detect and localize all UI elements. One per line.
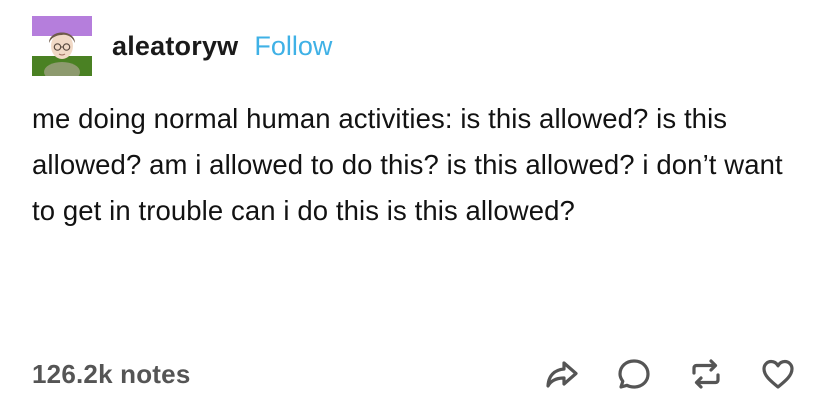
reply-button[interactable] bbox=[614, 354, 654, 394]
reblog-icon bbox=[692, 359, 720, 389]
share-icon bbox=[546, 361, 578, 388]
post-card: aleatoryw Follow me doing normal human a… bbox=[0, 0, 828, 410]
like-button[interactable] bbox=[758, 354, 798, 394]
post-footer: 126.2k notes bbox=[32, 352, 798, 396]
share-button[interactable] bbox=[542, 354, 582, 394]
username[interactable]: aleatoryw bbox=[112, 31, 238, 62]
post-body-text: me doing normal human activities: is thi… bbox=[32, 103, 783, 226]
post-actions bbox=[510, 354, 798, 394]
avatar[interactable] bbox=[32, 16, 92, 76]
follow-button[interactable]: Follow bbox=[254, 31, 332, 62]
heart-icon bbox=[762, 359, 794, 389]
notes-count[interactable]: 126.2k notes bbox=[32, 359, 191, 390]
avatar-image bbox=[32, 16, 92, 76]
reblog-button[interactable] bbox=[686, 354, 726, 394]
post-header: aleatoryw Follow bbox=[32, 16, 332, 76]
reply-icon bbox=[618, 359, 650, 389]
